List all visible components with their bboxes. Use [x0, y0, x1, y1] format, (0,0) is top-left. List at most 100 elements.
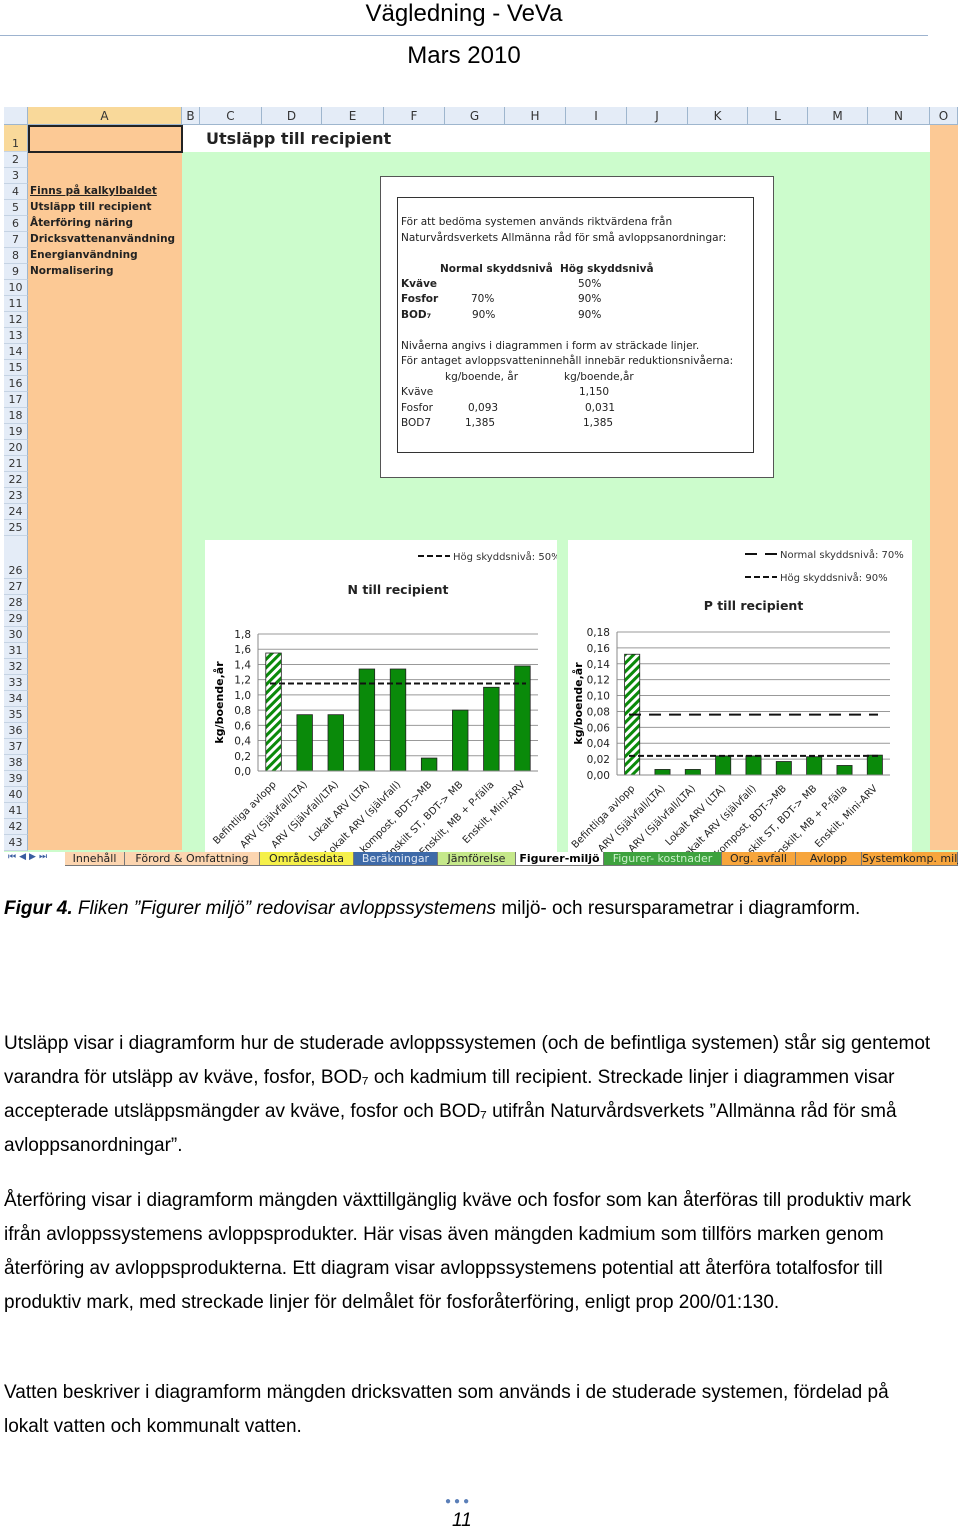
row-header-23[interactable]: 23	[4, 488, 28, 504]
row-header-14[interactable]: 14	[4, 344, 28, 360]
row-header-17[interactable]: 17	[4, 392, 28, 408]
bar	[265, 652, 282, 772]
row-header-38[interactable]: 38	[4, 755, 28, 771]
nav-link-energi[interactable]: Energianvändning	[30, 249, 138, 261]
row-header-40[interactable]: 40	[4, 787, 28, 803]
sheet-tab[interactable]: Beräkningar	[354, 852, 438, 866]
column-header-d[interactable]: D	[262, 107, 322, 125]
y-tick-label: 0,04	[587, 738, 611, 750]
column-header-e[interactable]: E	[322, 107, 384, 125]
info-value: 1,150	[579, 386, 610, 398]
row-header-9[interactable]: 9	[4, 264, 28, 280]
row-header-10[interactable]: 10	[4, 280, 28, 296]
y-tick-label: 1,0	[234, 690, 251, 702]
sheet-tab[interactable]: Avlopp	[796, 852, 862, 866]
column-header-a[interactable]: A	[28, 107, 182, 125]
info-row-label: BOD₇	[401, 309, 432, 321]
bar	[684, 769, 701, 776]
nav-link-utslapp[interactable]: Utsläpp till recipient	[30, 201, 152, 213]
row-header-6[interactable]: 6	[4, 216, 28, 232]
y-axis-label: kg/boende,år	[213, 661, 226, 744]
body-paragraph-vatten: Vatten beskriver i diagramform mängden d…	[4, 1382, 889, 1437]
sheet-tab[interactable]: Figurer- kostnader	[604, 852, 722, 866]
row-header-33[interactable]: 33	[4, 675, 28, 691]
row-header-2[interactable]: 2	[4, 152, 28, 168]
row-header-31[interactable]: 31	[4, 643, 28, 659]
row-header-37[interactable]: 37	[4, 739, 28, 755]
row-header-39[interactable]: 39	[4, 771, 28, 787]
n-chart[interactable]: 0,0 0,2 0,4 0,6 0,8 1,0 1,2 1,4 1,6 1,8 kg/boende,…	[205, 540, 561, 862]
row-header-3[interactable]: 3	[4, 168, 28, 184]
sheet-tab[interactable]: Jämförelse	[438, 852, 516, 866]
row-header-26[interactable]: 26	[4, 536, 28, 579]
row-header-34[interactable]: 34	[4, 691, 28, 707]
row-header-18[interactable]: 18	[4, 408, 28, 424]
row-header-16[interactable]: 16	[4, 376, 28, 392]
sheet-tab[interactable]: Innehåll	[65, 852, 125, 866]
caption-text: miljö- och resursparametrar i diagramfor…	[496, 898, 861, 919]
row-header-15[interactable]: 15	[4, 360, 28, 376]
column-header-h[interactable]: H	[505, 107, 566, 125]
row-header-21[interactable]: 21	[4, 456, 28, 472]
row-header-7[interactable]: 7	[4, 232, 28, 248]
column-header-n[interactable]: N	[868, 107, 930, 125]
row-header-30[interactable]: 30	[4, 627, 28, 643]
sheet-tab[interactable]: Områdesdata	[260, 852, 354, 866]
column-header-f[interactable]: F	[384, 107, 445, 125]
sheet-tab[interactable]: Systemkomp. milj	[862, 852, 958, 866]
row-header-43[interactable]: 43	[4, 835, 28, 851]
legend-label: Normal skyddsnivå: 70%	[780, 548, 904, 561]
row-header-13[interactable]: 13	[4, 328, 28, 344]
row-header-20[interactable]: 20	[4, 440, 28, 456]
column-header-j[interactable]: J	[627, 107, 688, 125]
y-tick-label: 1,6	[234, 644, 251, 656]
row-header-22[interactable]: 22	[4, 472, 28, 488]
row-header-35[interactable]: 35	[4, 707, 28, 723]
selected-cell-a1[interactable]	[28, 125, 183, 153]
info-value-label: Fosfor	[401, 402, 433, 414]
chart-title: N till recipient	[348, 582, 449, 597]
y-tick-label: 0,08	[587, 706, 610, 718]
column-header-l[interactable]: L	[748, 107, 808, 125]
info-row-value: 50%	[578, 278, 602, 290]
bar	[514, 665, 531, 772]
caption-italic-text: Fliken ”Figurer miljö” redovisar avlopps…	[72, 898, 497, 919]
row-header-29[interactable]: 29	[4, 611, 28, 627]
nav-link-aterforing[interactable]: Återföring näring	[30, 217, 133, 229]
row-header-8[interactable]: 8	[4, 248, 28, 264]
row-header-27[interactable]: 27	[4, 579, 28, 595]
row-header-11[interactable]: 11	[4, 296, 28, 312]
row-header-36[interactable]: 36	[4, 723, 28, 739]
row-header-28[interactable]: 28	[4, 595, 28, 611]
row-header-42[interactable]: 42	[4, 819, 28, 835]
row-header-19[interactable]: 19	[4, 424, 28, 440]
column-header-b[interactable]: B	[182, 107, 200, 125]
sheet-tab[interactable]: Figurer-miljö	[516, 852, 604, 866]
sheet-title: Utsläpp till recipient	[206, 129, 392, 148]
chart-title: P till recipient	[704, 598, 804, 613]
info-textbox: För att bedöma systemen används riktvärd…	[380, 176, 774, 478]
column-header-i[interactable]: I	[566, 107, 627, 125]
column-header-m[interactable]: M	[808, 107, 868, 125]
nav-link-dricksvatten[interactable]: Dricksvattenanvändning	[30, 233, 175, 245]
row-header-25[interactable]: 25	[4, 520, 28, 536]
row-header-5[interactable]: 5	[4, 200, 28, 216]
y-axis-label: kg/boende,år	[572, 662, 585, 745]
tab-scroll-arrows-icon[interactable]: ⏮◀▶⏭	[8, 852, 50, 862]
column-header-o[interactable]: O	[930, 107, 958, 125]
p-chart[interactable]: 0,00 0,02 0,04 0,06 0,08 0,10 0,12 0,14 0,16 0,18…	[568, 540, 912, 866]
y-tick-label: 0,2	[234, 751, 251, 763]
row-header-24[interactable]: 24	[4, 504, 28, 520]
row-header-12[interactable]: 12	[4, 312, 28, 328]
row-header-4[interactable]: 4	[4, 184, 28, 200]
sheet-tab[interactable]: Förord & Omfattning	[125, 852, 260, 866]
row-header-1[interactable]: 1	[4, 125, 28, 152]
select-all-corner[interactable]	[4, 107, 28, 125]
column-header-k[interactable]: K	[688, 107, 748, 125]
row-header-32[interactable]: 32	[4, 659, 28, 675]
row-header-41[interactable]: 41	[4, 803, 28, 819]
sheet-tab[interactable]: Org. avfall	[722, 852, 796, 866]
column-header-g[interactable]: G	[445, 107, 505, 125]
nav-link-normalisering[interactable]: Normalisering	[30, 265, 114, 277]
column-header-c[interactable]: C	[200, 107, 262, 125]
